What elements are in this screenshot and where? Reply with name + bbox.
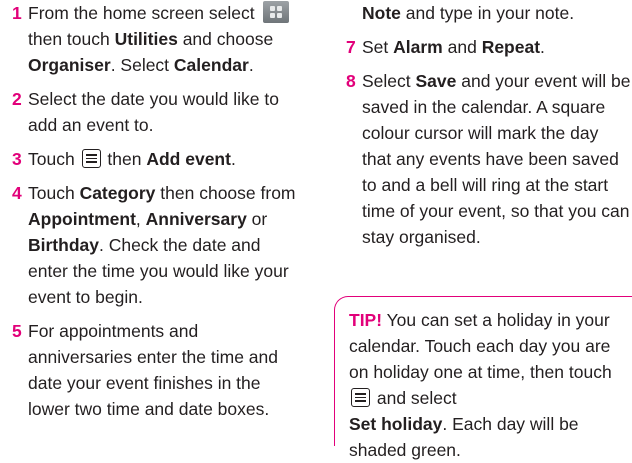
tip-box: TIP! You can set a holiday in your calen… [334, 296, 632, 460]
step-text-part: and your event will be saved in the cale… [362, 71, 631, 247]
step-keyword: Calendar [173, 55, 249, 75]
left-column: 1 From the home screen select then touch… [0, 0, 300, 430]
step-text-part: . Select [110, 55, 174, 75]
step-3: 3 Touch then Add event. [0, 146, 300, 172]
step-keyword: Add event [146, 149, 231, 169]
step-text-part: and type in your note. [400, 3, 575, 23]
step-keyword: Appointment [28, 209, 136, 229]
step-number: 8 [346, 71, 356, 91]
step-text-part: . [540, 37, 545, 57]
step-number: 5 [12, 321, 22, 341]
step-text-part: or [246, 209, 268, 229]
step-keyword: Birthday [28, 235, 99, 255]
step-text: Touch then Add event. [28, 146, 300, 172]
step-number: 1 [12, 3, 22, 23]
tip-text-part: You can set a holiday in your calendar. … [349, 310, 612, 382]
step-text-part: Touch [28, 183, 80, 203]
step-keyword: Anniversary [145, 209, 247, 229]
step-text: Set Alarm and Repeat. [362, 34, 632, 60]
step-number: 2 [12, 89, 22, 109]
step-text-part: then touch [28, 29, 115, 49]
step-text-part: . [248, 55, 254, 75]
right-column: Note and type in your note. 7 Set Alarm … [334, 0, 632, 258]
step-number: 3 [12, 149, 22, 169]
tip-label: TIP! [349, 310, 383, 330]
step-text: Select the date you would like to add an… [28, 89, 279, 135]
step-number: 7 [346, 37, 356, 57]
step-text-part: Select [362, 71, 416, 91]
step-8: 8 Select Save and your event will be sav… [334, 68, 632, 250]
step-keyword: Note [362, 3, 401, 23]
home-menu-grid-icon [263, 1, 290, 23]
step-2: 2 Select the date you would like to add … [0, 86, 300, 138]
step-text: Select Save and your event will be saved… [362, 68, 632, 250]
step-5: 5 For appointments and anniversaries ent… [0, 318, 300, 422]
step-1: 1 From the home screen select then touch… [0, 0, 300, 78]
step-text-part: then [102, 149, 147, 169]
step-keyword: Alarm [393, 37, 443, 57]
step-text-part: and choose [177, 29, 274, 49]
step-text: Touch Category then choose from Appointm… [28, 180, 300, 310]
tip-text-part: and select [372, 388, 457, 408]
options-menu-icon [81, 149, 101, 168]
step-6-continuation: Note and type in your note. [334, 0, 632, 26]
step-text: For appointments and anniversaries enter… [28, 321, 278, 419]
step-keyword: Category [79, 183, 156, 203]
step-keyword: Repeat [481, 37, 541, 57]
step-text-part: Touch [28, 149, 80, 169]
step-keyword: Organiser [28, 55, 111, 75]
options-menu-icon [351, 388, 370, 407]
step-text-part: . [230, 149, 236, 169]
step-text-part: and [442, 37, 482, 57]
step-text: From the home screen select then touch U… [28, 0, 300, 78]
tip-keyword: Set holiday [349, 414, 443, 434]
step-text-part: Set [362, 37, 394, 57]
step-text-part: then choose from [155, 183, 296, 203]
step-7: 7 Set Alarm and Repeat. [334, 34, 632, 60]
step-text-part: , [135, 209, 146, 229]
step-number: 4 [12, 183, 22, 203]
step-keyword: Save [415, 71, 457, 91]
step-text-part: From the home screen select [28, 3, 260, 23]
step-keyword: Utilities [114, 29, 178, 49]
step-4: 4 Touch Category then choose from Appoin… [0, 180, 300, 310]
